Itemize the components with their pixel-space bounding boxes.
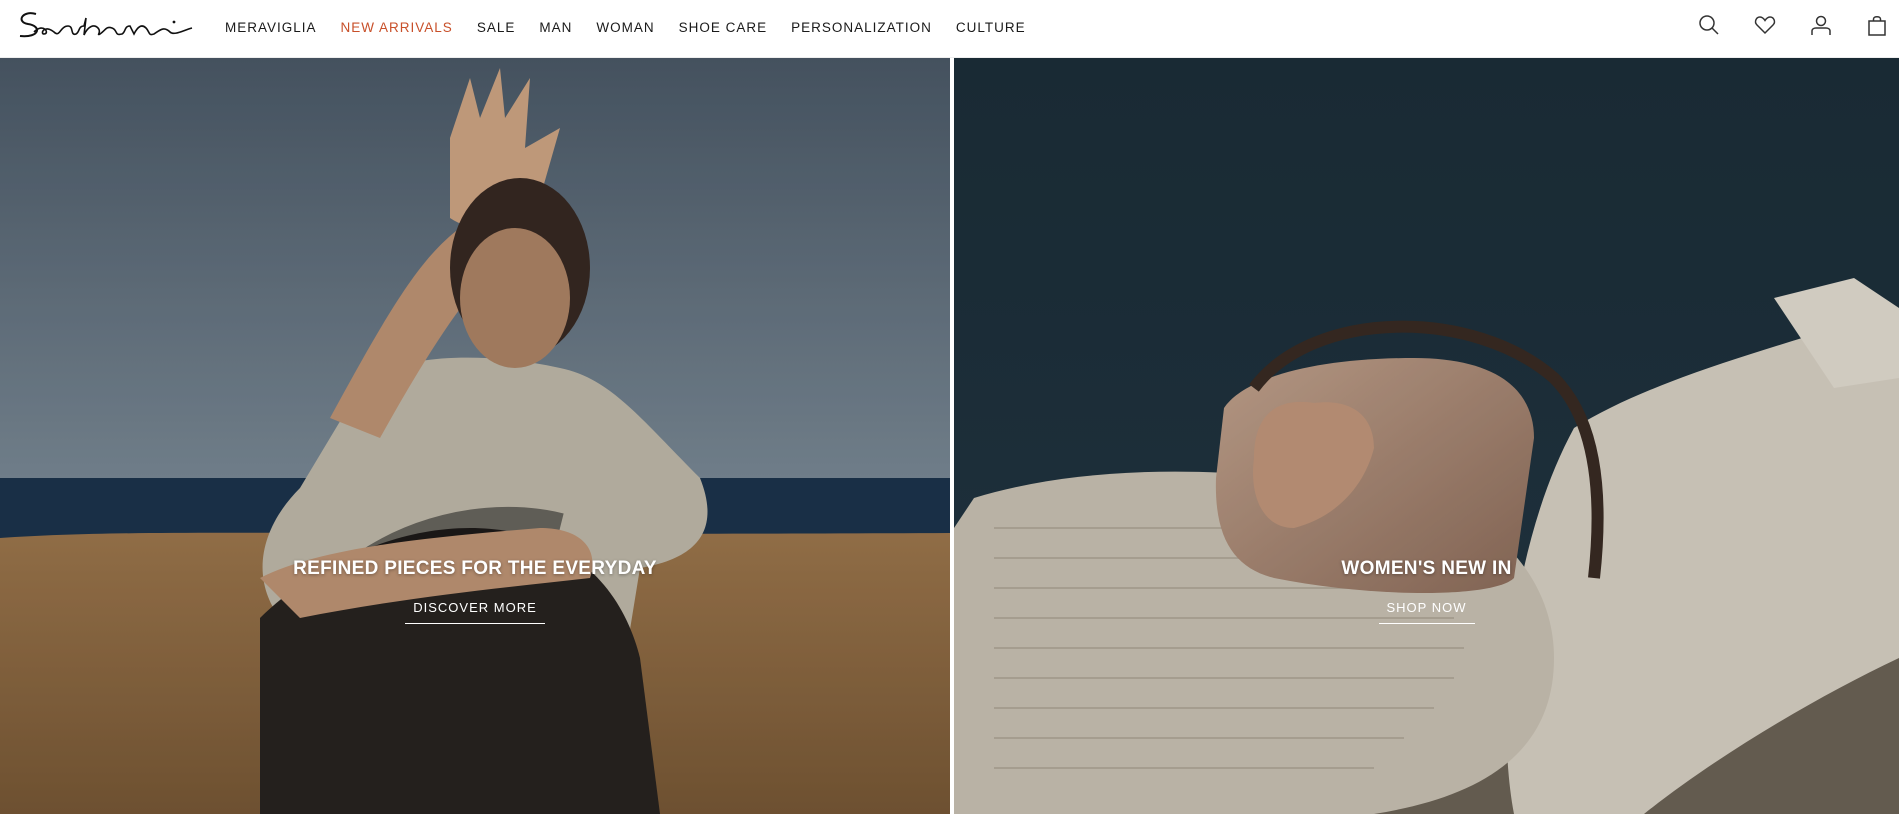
wishlist-heart-icon[interactable] — [1753, 13, 1777, 37]
shop-now-link[interactable]: SHOP NOW — [1378, 600, 1475, 624]
nav-shoe-care[interactable]: SHOE CARE — [679, 20, 768, 35]
nav-new-arrivals[interactable]: NEW ARRIVALS — [341, 20, 453, 35]
hero-title-right: WOMEN'S NEW IN — [1341, 558, 1512, 579]
nav-man[interactable]: MAN — [539, 20, 572, 35]
hero-title-left: REFINED PIECES FOR THE EVERYDAY — [293, 558, 657, 579]
site-header: MERAVIGLIA NEW ARRIVALS SALE MAN WOMAN S… — [0, 0, 1899, 58]
hero-image-woman-with-bag — [954, 58, 1899, 814]
nav-meraviglia[interactable]: MERAVIGLIA — [225, 20, 317, 35]
nav-sale[interactable]: SALE — [477, 20, 516, 35]
main-nav: MERAVIGLIA NEW ARRIVALS SALE MAN WOMAN S… — [225, 0, 1050, 54]
search-icon[interactable] — [1697, 13, 1721, 37]
hero-image-man-on-beach — [0, 58, 950, 814]
shopping-bag-icon[interactable] — [1865, 13, 1889, 37]
nav-woman[interactable]: WOMAN — [596, 20, 654, 35]
nav-culture[interactable]: CULTURE — [956, 20, 1026, 35]
discover-more-link[interactable]: DISCOVER MORE — [405, 600, 545, 624]
hero-panel-women[interactable]: WOMEN'S NEW IN SHOP NOW — [954, 58, 1899, 814]
account-icon[interactable] — [1809, 13, 1833, 37]
hero-panel-men[interactable]: REFINED PIECES FOR THE EVERYDAY DISCOVER… — [0, 58, 950, 814]
hero-caption-right: WOMEN'S NEW IN SHOP NOW — [954, 558, 1899, 624]
nav-personalization[interactable]: PERSONALIZATION — [791, 20, 932, 35]
hero-caption-left: REFINED PIECES FOR THE EVERYDAY DISCOVER… — [0, 558, 950, 624]
santoni-logo[interactable] — [14, 8, 194, 42]
header-actions — [1697, 13, 1889, 37]
